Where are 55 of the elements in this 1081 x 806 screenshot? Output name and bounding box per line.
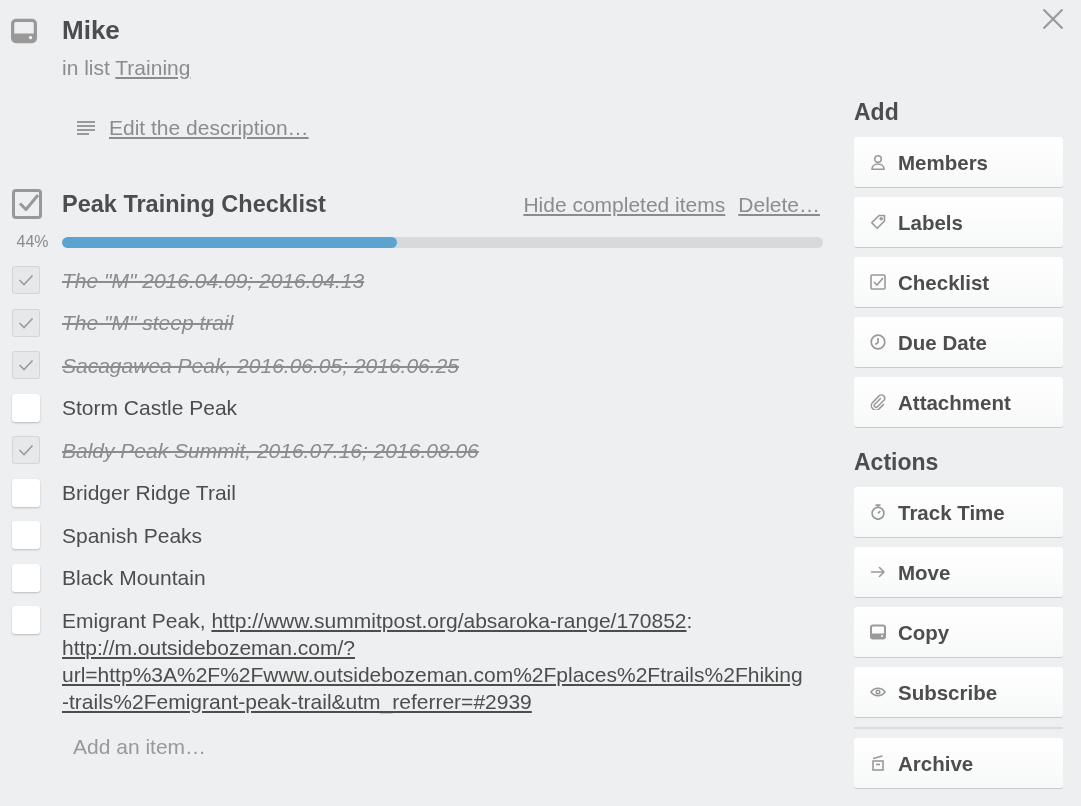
stopwatch-icon [870,504,886,520]
checklist-icon [12,189,42,219]
sidebar-heading: Add [854,98,900,126]
checkbox-icon [870,274,886,290]
sidebar-button[interactable]: Checklist [854,257,1063,307]
item-text: Bridger Ridge Trail [62,480,237,506]
card-icon [10,18,38,44]
person-icon [870,154,886,170]
checkbox[interactable] [12,606,40,634]
description-icon [77,120,95,135]
list-info: in list Training [62,55,191,81]
item-text: Emigrant Peak, http://www.summitpost.org/absaroka-range/170852: http://m.outsidebozeman.com/?url=http%3A%2F%2Fwww.outsidebozeman.com%2Fplaces%2Ftrails%2Fhiking-trails%2Femigrant-peak-trail&utm_referrer=#2939 [62,606,806,715]
check-icon [18,274,34,286]
item-text: Baldy Peak Summit, 2016.07.16; 2016.08.06 [62,437,480,464]
item-text: Sacagawea Peak, 2016.06.05; 2016.06.25 [62,352,460,379]
check-icon [18,359,34,371]
check-icon [18,444,34,456]
sidebar-button[interactable]: Copy [854,607,1063,657]
tag-icon [870,214,886,230]
item-text: The "M" steep trail [62,310,235,336]
sidebar-button[interactable]: Track Time [854,487,1063,537]
sidebar-button[interactable]: Attachment [854,377,1063,427]
checkbox[interactable] [12,521,40,549]
archive-icon [870,755,886,771]
card-title: Mike [62,14,121,46]
checkbox[interactable] [12,563,40,592]
sidebar-button[interactable]: Members [854,137,1063,187]
checkbox[interactable] [12,393,40,422]
sidebar-button[interactable]: Subscribe [854,667,1063,717]
link[interactable]: http://www.summitpost.org/absaroka-range/170852 [211,608,687,632]
card-icon [870,624,886,640]
sidebar-button[interactable]: Archive [854,738,1063,788]
arrow-icon [870,564,886,580]
checkbox[interactable] [12,308,40,337]
checkbox[interactable] [12,351,40,379]
link[interactable]: http://m.outsidebozeman.com/?url=http%3A%2F%2Fwww.outsidebozeman.com%2Fplaces%2Ftrails%2Fhiking-trails%2Femigrant-peak-trail&utm_referrer=#2939 [62,633,806,715]
close-button[interactable] [1042,8,1064,30]
paperclip-icon [870,394,886,410]
add-item-field[interactable]: Add an item… [62,727,806,767]
checkbox[interactable] [12,478,40,507]
item-text: The "M" 2016.04.09; 2016.04.13 [62,267,366,294]
checkbox[interactable] [12,436,40,464]
progress-percent: 44% [15,232,50,252]
sidebar-button[interactable]: Labels [854,197,1063,247]
checkbox[interactable] [12,266,40,294]
close-icon [1042,8,1064,30]
sidebar-heading: Actions [854,448,940,476]
checklist-title: Peak Training Checklist [62,190,326,219]
item-text: Spanish Peaks [62,522,204,549]
clock-icon [870,334,886,350]
sidebar-button[interactable]: Due Date [854,317,1063,367]
check-icon [18,316,34,329]
item-text: Black Mountain [62,565,207,591]
item-text: Storm Castle Peak [62,395,239,421]
sidebar-button[interactable]: Move [854,547,1063,597]
